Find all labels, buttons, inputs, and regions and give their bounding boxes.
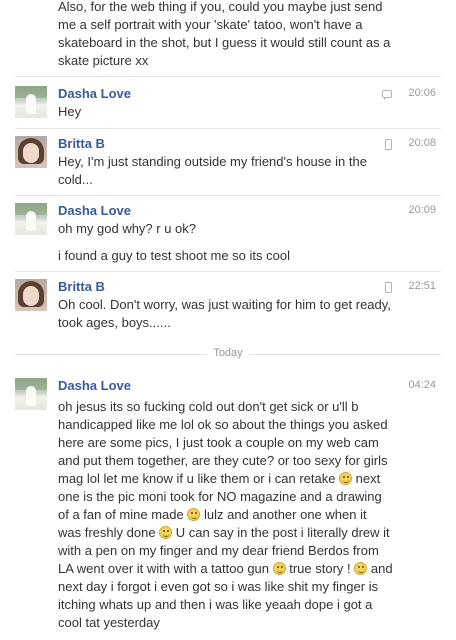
message-separator [15, 195, 441, 196]
message-text: Oh cool. Don't worry, was just waiting f… [58, 297, 391, 330]
message-segment: true story ! [285, 561, 355, 576]
sender-name[interactable]: Dasha Love [58, 378, 131, 393]
message-text: Hey [58, 104, 82, 119]
conversation-view: Also, for the web thing if you, could yo… [0, 0, 456, 640]
message-time: 20:06 [408, 87, 436, 99]
message-time: 20:09 [408, 204, 436, 216]
smiley-icon [187, 508, 201, 521]
smiley-icon [354, 562, 368, 575]
smiley-icon [339, 472, 353, 485]
chat-icon [382, 90, 392, 100]
sender-name[interactable]: Britta B [58, 136, 105, 151]
message-text: oh jesus its so fucking cold out don't g… [58, 398, 393, 632]
avatar[interactable] [15, 86, 47, 118]
message-text: Hey, I'm just standing outside my friend… [58, 154, 367, 187]
sender-name[interactable]: Dasha Love [58, 203, 131, 218]
message-separator [15, 76, 441, 77]
phone-icon [385, 139, 392, 150]
message-time: 20:08 [408, 137, 436, 149]
message-time: 22:51 [408, 280, 436, 292]
message-text: oh my god why? r u ok? [58, 221, 197, 236]
smiley-icon [272, 562, 286, 575]
avatar[interactable] [15, 136, 47, 168]
date-divider: Today [15, 347, 441, 361]
avatar[interactable] [15, 203, 47, 235]
message-segment: oh jesus its so fucking cold out don't g… [58, 399, 388, 486]
sender-name[interactable]: Dasha Love [58, 86, 131, 101]
avatar[interactable] [15, 279, 47, 311]
message-time: 04:24 [408, 379, 436, 391]
sender-name[interactable]: Britta B [58, 279, 105, 294]
date-divider-label: Today [207, 347, 249, 359]
message-text: Also, for the web thing if you, could yo… [58, 0, 391, 68]
avatar[interactable] [15, 378, 47, 410]
message-separator [15, 271, 441, 272]
phone-icon [385, 282, 392, 293]
message-text: i found a guy to test shoot me so its co… [58, 248, 290, 263]
message-separator [15, 128, 441, 129]
smiley-icon [159, 526, 173, 539]
